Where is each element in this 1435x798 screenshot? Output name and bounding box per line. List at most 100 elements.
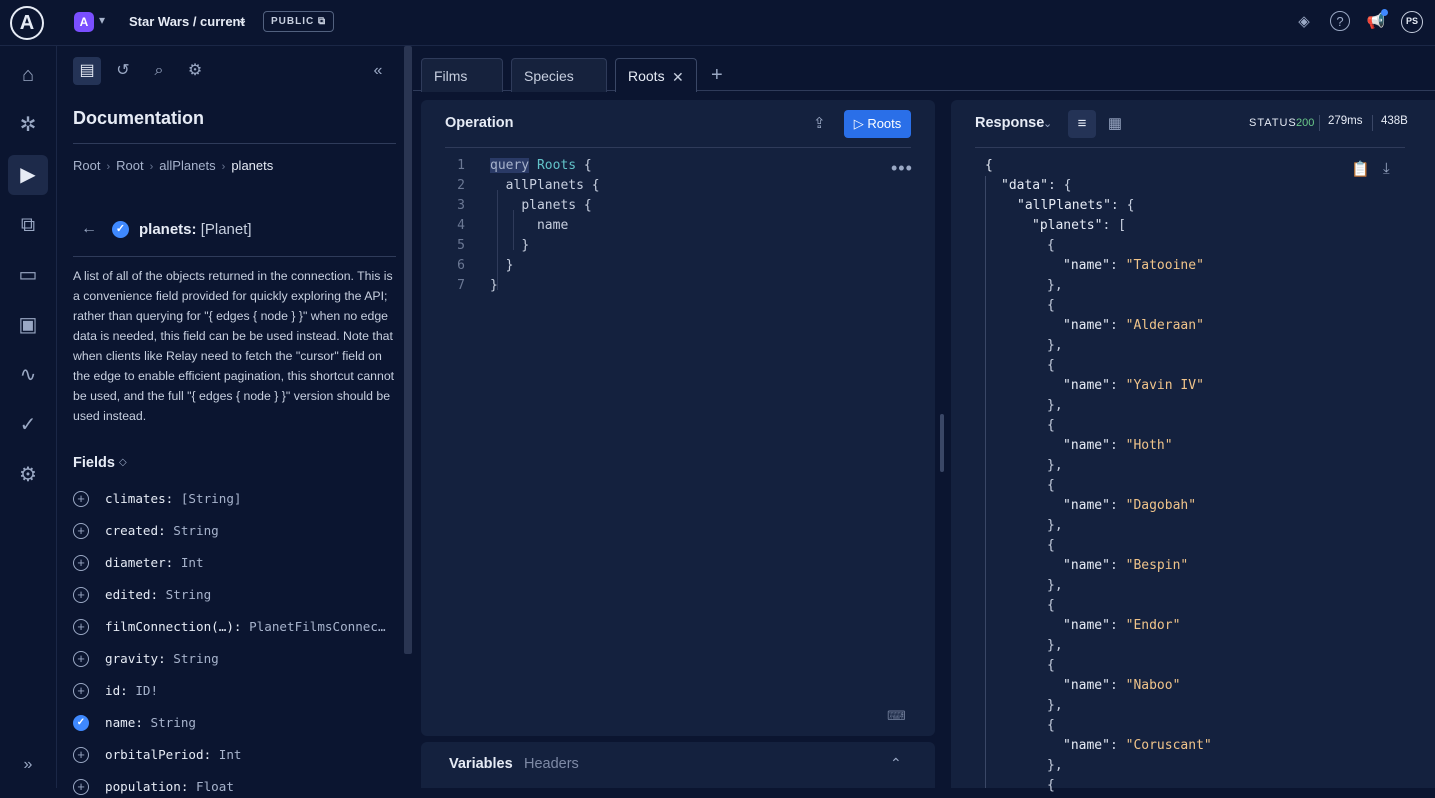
tab-roots[interactable]: Roots xyxy=(615,58,697,92)
add-field-icon[interactable]: + xyxy=(73,555,89,571)
explorer-icon[interactable]: ▶ xyxy=(8,155,48,195)
field-row[interactable]: + filmConnection(…): PlanetFilmsConnec… xyxy=(73,616,393,638)
variant-chevron-icon[interactable]: ⌄ xyxy=(237,12,248,28)
more-options-icon[interactable]: ••• xyxy=(891,158,913,179)
search-icon[interactable]: ⌕ xyxy=(145,57,173,85)
settings-icon[interactable]: ⚙ xyxy=(181,57,209,85)
code-line[interactable]: 7} xyxy=(445,276,498,296)
expand-nav-icon[interactable]: » xyxy=(8,745,48,785)
field-row[interactable]: + orbitalPeriod: Int xyxy=(73,744,393,766)
graph-avatar[interactable]: A xyxy=(74,12,94,32)
field-row[interactable]: + climates: [String] xyxy=(73,488,393,510)
field-row-type[interactable]: String xyxy=(166,587,212,602)
code-line[interactable]: 4 name xyxy=(445,216,568,236)
collapse-panel-icon[interactable]: « xyxy=(364,57,392,85)
checks-icon[interactable]: ⧉ xyxy=(8,205,48,245)
code-line[interactable]: 2 allPlanets { xyxy=(445,176,599,196)
apollo-logo[interactable]: A xyxy=(10,6,44,40)
clients-icon[interactable]: ▣ xyxy=(8,305,48,345)
history-icon[interactable]: ↺ xyxy=(109,57,137,85)
schema-icon[interactable]: ✲ xyxy=(8,105,48,145)
chevron-down-icon[interactable]: ⌄ xyxy=(1043,117,1052,130)
field-row-type[interactable]: Float xyxy=(196,779,234,794)
docs-scrollbar[interactable] xyxy=(404,46,412,654)
download-icon[interactable]: ⤓ xyxy=(1383,160,1390,177)
field-row-name: name: xyxy=(105,715,143,730)
breadcrumb-item[interactable]: Root xyxy=(116,158,143,173)
field-row-type[interactable]: Int xyxy=(181,555,204,570)
variants-icon[interactable]: ▭ xyxy=(8,255,48,295)
field-row-type[interactable]: ID! xyxy=(135,683,158,698)
response-title[interactable]: Response xyxy=(975,115,1044,131)
code-line[interactable]: 6 } xyxy=(445,256,513,276)
help-icon[interactable]: ? xyxy=(1330,11,1350,31)
field-row-type[interactable]: PlanetFilmsConnec… xyxy=(249,619,385,634)
add-field-icon[interactable]: + xyxy=(73,651,89,667)
table-view-icon[interactable]: ▦ xyxy=(1101,110,1129,138)
keyboard-icon[interactable]: ⌨ xyxy=(887,708,906,724)
field-row[interactable]: + created: String xyxy=(73,520,393,542)
field-entry: created: String xyxy=(105,523,219,538)
expand-icon[interactable]: ⌃ xyxy=(890,755,902,772)
field-type[interactable]: [Planet] xyxy=(201,221,252,238)
home-icon[interactable]: ⌂ xyxy=(8,55,48,95)
add-field-icon[interactable]: + xyxy=(73,779,89,795)
sort-icon[interactable]: ◇ xyxy=(119,457,127,468)
planet-name: "Dagobah" xyxy=(1125,498,1197,513)
chevron-down-icon[interactable]: ▾ xyxy=(99,13,105,27)
add-field-icon[interactable]: + xyxy=(73,523,89,539)
add-field-icon[interactable]: + xyxy=(73,587,89,603)
field-row[interactable]: ✓ name: String xyxy=(73,712,393,734)
code-line[interactable]: 1 query Roots { xyxy=(445,156,592,176)
run-button[interactable]: ▷ Roots xyxy=(844,110,911,138)
code-line[interactable]: 3 planets { xyxy=(445,196,592,216)
field-selected-check-icon[interactable]: ✓ xyxy=(112,221,129,238)
chevron-right-icon: › xyxy=(221,161,226,173)
tab-species[interactable]: Species xyxy=(511,58,607,92)
tab-headers[interactable]: Headers xyxy=(524,756,579,772)
breadcrumb-item[interactable]: Root xyxy=(73,158,100,173)
code-line[interactable]: 5 } xyxy=(445,236,529,256)
field-row[interactable]: + id: ID! xyxy=(73,680,393,702)
add-tab-icon[interactable]: + xyxy=(711,64,723,87)
layers-icon[interactable]: ◈ xyxy=(1293,11,1315,33)
settings-icon[interactable]: ⚙ xyxy=(8,455,48,495)
field-row-type[interactable]: Int xyxy=(219,747,242,762)
field-row-type[interactable]: String xyxy=(173,651,219,666)
graph-name[interactable]: Star Wars / current xyxy=(129,14,245,29)
share-icon[interactable]: ⇪ xyxy=(813,114,826,132)
add-field-icon[interactable]: + xyxy=(73,747,89,763)
json-line: "name": "Yavin IV" xyxy=(1063,378,1204,393)
public-badge[interactable]: PUBLIC ⧉ xyxy=(263,11,335,32)
field-row-type[interactable]: [String] xyxy=(181,491,242,506)
field-row[interactable]: + gravity: String xyxy=(73,648,393,670)
operation-title: Operation xyxy=(445,115,514,131)
field-row-type[interactable]: String xyxy=(173,523,219,538)
json-line: }, xyxy=(1047,338,1063,353)
insights-icon[interactable]: ∿ xyxy=(8,355,48,395)
field-row-type[interactable]: String xyxy=(151,715,197,730)
add-field-icon[interactable]: + xyxy=(73,683,89,699)
close-icon[interactable]: ✕ xyxy=(672,69,684,86)
panel-resize-handle[interactable] xyxy=(940,414,944,472)
tab-films[interactable]: Films xyxy=(421,58,503,92)
json-line: { xyxy=(1047,658,1055,673)
line-number: 1 xyxy=(457,158,465,173)
copy-icon[interactable]: 📋 xyxy=(1351,160,1370,178)
fields-heading: Fields xyxy=(73,455,115,471)
back-arrow-icon[interactable]: ← xyxy=(81,220,97,238)
launches-icon[interactable]: ✓ xyxy=(8,405,48,445)
json-view-icon[interactable]: ≡ xyxy=(1068,110,1096,138)
user-avatar[interactable]: PS xyxy=(1401,11,1423,33)
tab-label: Films xyxy=(434,68,468,84)
add-field-icon[interactable]: + xyxy=(73,619,89,635)
field-row[interactable]: + edited: String xyxy=(73,584,393,606)
field-row[interactable]: + diameter: Int xyxy=(73,552,393,574)
field-row[interactable]: + population: Float xyxy=(73,776,393,798)
add-field-icon[interactable]: + xyxy=(73,491,89,507)
breadcrumb-item[interactable]: allPlanets xyxy=(159,158,215,173)
tab-variables[interactable]: Variables xyxy=(449,756,513,772)
documentation-tab-icon[interactable]: ▤ xyxy=(73,57,101,85)
field-selected-check-icon[interactable]: ✓ xyxy=(73,715,89,731)
